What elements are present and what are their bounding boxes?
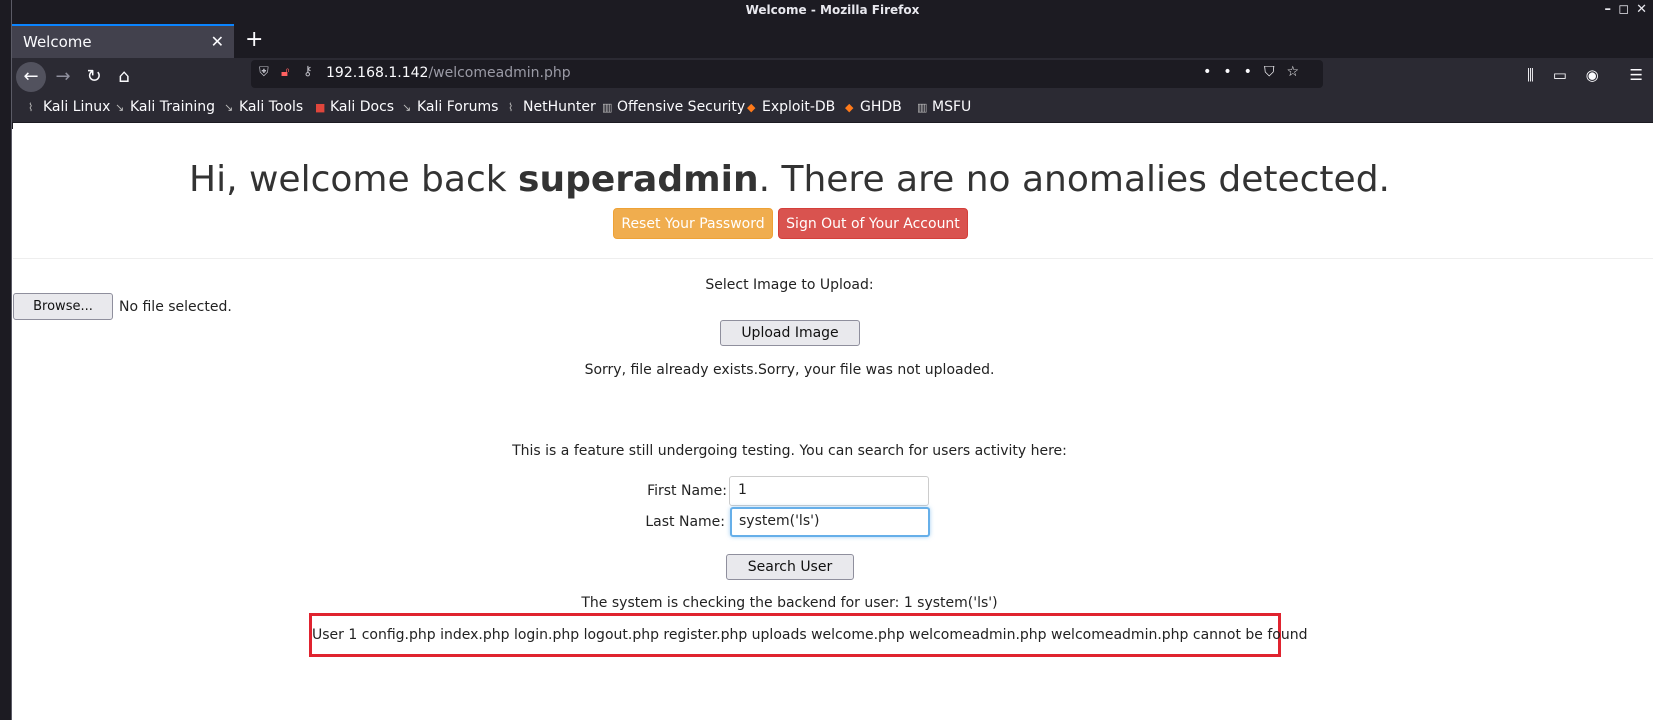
browser-chrome: Welcome - Mozilla Firefox – ◻ ✕ Welcome … [12,0,1653,129]
back-icon[interactable]: ← [16,62,46,92]
bookmark-label: Kali Training [130,99,215,115]
bookmark-offensive-security[interactable]: ▥ Offensive Security [602,99,745,115]
sidebar-icon[interactable]: ▭ [1553,66,1567,84]
maximize-icon[interactable]: ◻ [1618,2,1629,17]
bookmark-label: Kali Forums [417,99,499,115]
url-host: 192.168.1.142 [326,65,429,81]
key-icon[interactable]: ⚷ [303,64,313,79]
title-bar: Welcome - Mozilla Firefox – ◻ ✕ [12,0,1653,22]
search-intro: This is a feature still undergoing testi… [512,443,1067,459]
reload-icon[interactable]: ↻ [79,62,109,92]
msfu-icon: ▥ [917,101,928,114]
bookmark-kali-docs[interactable]: ■ Kali Docs [315,99,394,115]
bookmark-exploit-db[interactable]: ◆ Exploit-DB [747,99,835,115]
docs-icon: ■ [315,101,326,114]
window-title: Welcome - Mozilla Firefox [745,3,920,17]
library-icon[interactable]: ⫼ [1527,66,1534,84]
nav-bar: ← → ↻ ⌂ ⛨ 🔓︎ ⚷ 192.168.1.142/welcomeadmi… [12,58,1653,96]
close-window-icon[interactable]: ✕ [1636,2,1647,17]
bookmark-label: MSFU [932,99,972,115]
reset-password-button[interactable]: Reset Your Password [613,208,773,239]
welcome-username: superadmin [518,159,759,200]
bookmark-label: Exploit-DB [762,99,836,115]
minimize-icon[interactable]: – [1605,2,1612,17]
ghdb-icon: ◆ [845,101,854,114]
url-bar[interactable]: ⛨ 🔓︎ ⚷ 192.168.1.142/welcomeadmin.php ••… [251,60,1323,88]
close-tab-icon[interactable]: ✕ [211,32,224,51]
url-text[interactable]: 192.168.1.142/welcomeadmin.php [326,65,571,81]
welcome-suffix: . There are no anomalies detected. [758,159,1390,200]
home-icon[interactable]: ⌂ [109,62,139,92]
kali-dragon-icon: ↘ [115,101,125,114]
checking-message: The system is checking the backend for u… [581,595,998,611]
bookmark-label: Kali Docs [330,99,395,115]
bookmark-label: NetHunter [523,99,596,115]
menu-icon[interactable]: ☰ [1630,66,1643,84]
bookmark-star-icon[interactable]: ☆ [1286,64,1311,80]
last-name-input[interactable]: system('ls') [730,507,930,537]
bookmark-label: GHDB [860,99,902,115]
upload-message: Sorry, file already exists.Sorry, your f… [584,362,995,378]
bookmark-kali-training[interactable]: ↘ Kali Training [115,99,215,115]
page-actions-icon[interactable]: ••• [1203,64,1264,80]
search-user-button[interactable]: Search User [726,554,854,580]
first-name-label: First Name: [647,483,727,499]
forward-icon[interactable]: → [48,62,78,92]
first-name-input[interactable]: 1 [729,476,929,506]
bookmark-label: Kali Linux [43,99,111,115]
tracking-shield-icon[interactable]: ⛨ [259,65,269,80]
kali-dragon-icon: ↘ [224,101,234,114]
bookmark-kali-forums[interactable]: ↘ Kali Forums [402,99,498,115]
bookmark-kali-linux[interactable]: ⌇ Kali Linux [28,99,110,115]
tab-bar: Welcome ✕ + [12,24,1653,58]
sign-out-button[interactable]: Sign Out of Your Account [778,208,968,239]
upload-heading: Select Image to Upload: [705,277,874,293]
bookmark-kali-tools[interactable]: ↘ Kali Tools [224,99,303,115]
last-name-label: Last Name: [645,514,725,530]
kali-icon: ⌇ [28,101,34,114]
browse-button[interactable]: Browse... [13,293,113,320]
toolbar-right: ⫼ ▭ ◉ ☰ [1513,66,1643,84]
account-icon[interactable]: ◉ [1586,66,1599,84]
tab-welcome[interactable]: Welcome ✕ [12,24,234,58]
nethunter-icon: ⌇ [508,101,514,114]
offsec-icon: ▥ [602,101,613,114]
bookmark-nethunter[interactable]: ⌇ NetHunter [508,99,596,115]
no-file-label: No file selected. [119,299,232,315]
bookmark-ghdb[interactable]: ◆ GHDB [845,99,902,115]
bookmark-label: Offensive Security [617,99,746,115]
pocket-icon[interactable]: ⛉ [1264,64,1287,80]
window-left-edge [0,0,12,720]
welcome-heading: Hi, welcome back superadmin. There are n… [13,159,1566,200]
exploit-db-icon: ◆ [747,101,756,114]
page-content: Hi, welcome back superadmin. There are n… [13,123,1653,720]
divider [13,258,1653,259]
tab-label: Welcome [23,33,92,51]
insecure-lock-icon[interactable]: 🔓︎ [281,65,289,80]
welcome-prefix: Hi, welcome back [189,159,519,200]
bookmarks-toolbar: ⌇ Kali Linux ↘ Kali Training ↘ Kali Tools ■… [12,96,1653,122]
bookmark-label: Kali Tools [239,99,304,115]
kali-dragon-icon: ↘ [402,101,412,114]
upload-image-button[interactable]: Upload Image [720,320,860,346]
url-path: /welcomeadmin.php [428,65,571,81]
bookmark-msfu[interactable]: ▥ MSFU [917,99,971,115]
new-tab-icon[interactable]: + [245,27,263,52]
search-result-box: User 1 config.php index.php login.php lo… [309,613,1307,657]
